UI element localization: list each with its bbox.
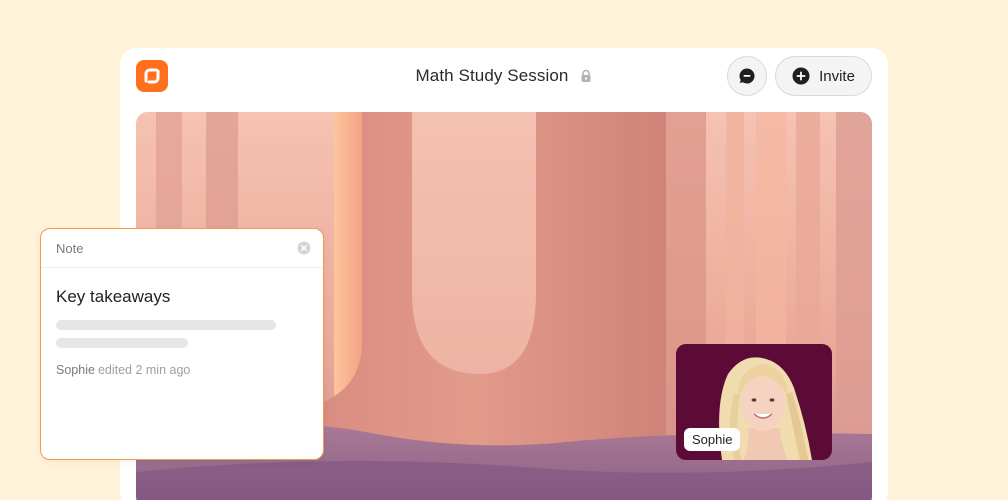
note-edit-status: Sophie edited 2 min ago (56, 363, 190, 377)
invite-label: Invite (819, 67, 855, 85)
lock-icon (579, 69, 593, 83)
note-title: Key takeaways (56, 287, 171, 306)
invite-button[interactable]: Invite (775, 56, 872, 96)
participant-name-tag: Sophie (684, 428, 741, 451)
header-title-area: Math Study Session (120, 64, 888, 88)
note-edited-time: edited 2 min ago (97, 363, 191, 377)
note-card[interactable]: Note Key takeaways Sophie edited 2 min ag… (40, 228, 324, 460)
participant-video-tile[interactable]: Sophie (676, 344, 832, 460)
plus-circle-icon (792, 67, 810, 85)
chat-bubble-icon (738, 67, 756, 85)
note-placeholder-line (56, 338, 188, 348)
note-placeholder-line (56, 320, 276, 330)
note-author: Sophie (56, 363, 95, 377)
note-label: Note (56, 240, 84, 256)
note-header: Note (41, 229, 323, 268)
session-title: Math Study Session (415, 66, 569, 85)
close-icon[interactable] (297, 241, 311, 255)
chat-button[interactable] (727, 56, 767, 96)
